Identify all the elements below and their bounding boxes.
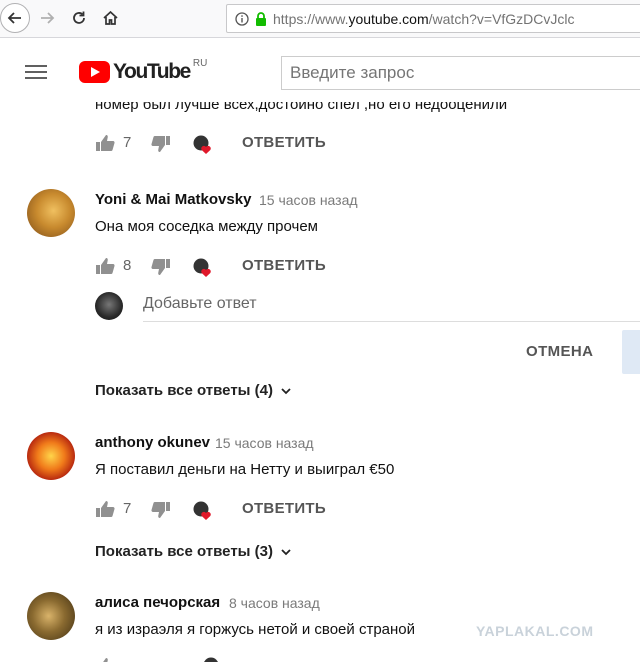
submit-reply-button[interactable]: [622, 330, 640, 374]
comment-author[interactable]: Yoni & Mai Matkovsky: [95, 191, 251, 208]
avatar[interactable]: [27, 592, 75, 640]
creator-heart-icon: [193, 258, 211, 277]
like-icon[interactable]: [95, 134, 115, 152]
play-logo-icon: [79, 61, 110, 83]
avatar-small-icon: [204, 657, 218, 662]
show-replies-label: Показать все ответы (3): [95, 543, 273, 560]
browser-toolbar: https://www.youtube.com/watch?v=VfGzDCvJ…: [0, 0, 640, 38]
like-icon[interactable]: [95, 500, 115, 518]
reload-button[interactable]: [65, 4, 93, 32]
avatar[interactable]: [27, 189, 75, 237]
comment-author[interactable]: алиса печорская: [95, 594, 220, 611]
show-replies-button[interactable]: Показать все ответы (4): [95, 382, 291, 399]
url-text: https://www.youtube.com/watch?v=VfGzDCvJ…: [273, 10, 575, 27]
arrow-left-icon: [7, 12, 21, 24]
reply-input[interactable]: [143, 292, 640, 316]
like-count: 7: [123, 134, 132, 151]
like-icon[interactable]: [95, 657, 115, 662]
search-box: [281, 56, 640, 90]
reply-button[interactable]: ОТВЕТИТЬ: [242, 500, 326, 517]
reload-icon: [73, 11, 85, 24]
comment-time[interactable]: 15 часов назад: [215, 435, 314, 451]
comment-time[interactable]: 8 часов назад: [229, 595, 320, 611]
youtube-logo[interactable]: YouTube RU: [79, 57, 208, 84]
reply-box: [143, 292, 640, 322]
cancel-button[interactable]: ОТМЕНА: [526, 343, 593, 360]
menu-icon[interactable]: [25, 65, 47, 80]
creator-heart-icon: [193, 501, 211, 520]
logo-text: YouTube: [113, 60, 191, 83]
comment-actions-partial: [95, 655, 395, 662]
home-icon: [102, 10, 118, 25]
show-replies-button[interactable]: Показать все ответы (3): [95, 543, 291, 560]
reply-button[interactable]: ОТВЕТИТЬ: [242, 134, 326, 151]
address-bar[interactable]: https://www.youtube.com/watch?v=VfGzDCvJ…: [226, 4, 640, 33]
comment-author[interactable]: anthony okunev: [95, 434, 210, 451]
like-count: 7: [123, 500, 132, 517]
arrow-right-icon: [41, 12, 55, 24]
lock-icon: [256, 11, 266, 26]
creator-heart-icon: [193, 135, 211, 154]
dislike-icon[interactable]: [151, 135, 171, 153]
watermark: YAPLAKAL.COM: [476, 623, 594, 639]
comment-time[interactable]: 15 часов назад: [259, 192, 358, 208]
chevron-down-icon: [281, 387, 291, 394]
my-avatar: [95, 292, 123, 320]
comment-text: Она моя соседка между прочем: [95, 218, 318, 235]
home-button[interactable]: [96, 4, 124, 32]
like-icon[interactable]: [95, 257, 115, 275]
youtube-header: YouTube RU: [0, 38, 640, 104]
show-replies-label: Показать все ответы (4): [95, 382, 273, 399]
logo-region: RU: [192, 57, 208, 69]
avatar[interactable]: [27, 432, 75, 480]
comment-text: я из израэля я горжусь нетой и своей стр…: [95, 621, 416, 638]
comment-text: Я поставил деньги на Нетту и выиграл €50: [95, 461, 395, 478]
search-input[interactable]: [282, 57, 640, 89]
dislike-icon[interactable]: [151, 258, 171, 276]
dislike-icon[interactable]: [151, 501, 171, 519]
forward-button[interactable]: [33, 4, 61, 32]
reply-button[interactable]: ОТВЕТИТЬ: [242, 257, 326, 274]
chevron-down-icon: [281, 548, 291, 555]
back-button[interactable]: [0, 3, 30, 33]
info-icon[interactable]: [235, 11, 249, 26]
like-count: 8: [123, 257, 132, 274]
